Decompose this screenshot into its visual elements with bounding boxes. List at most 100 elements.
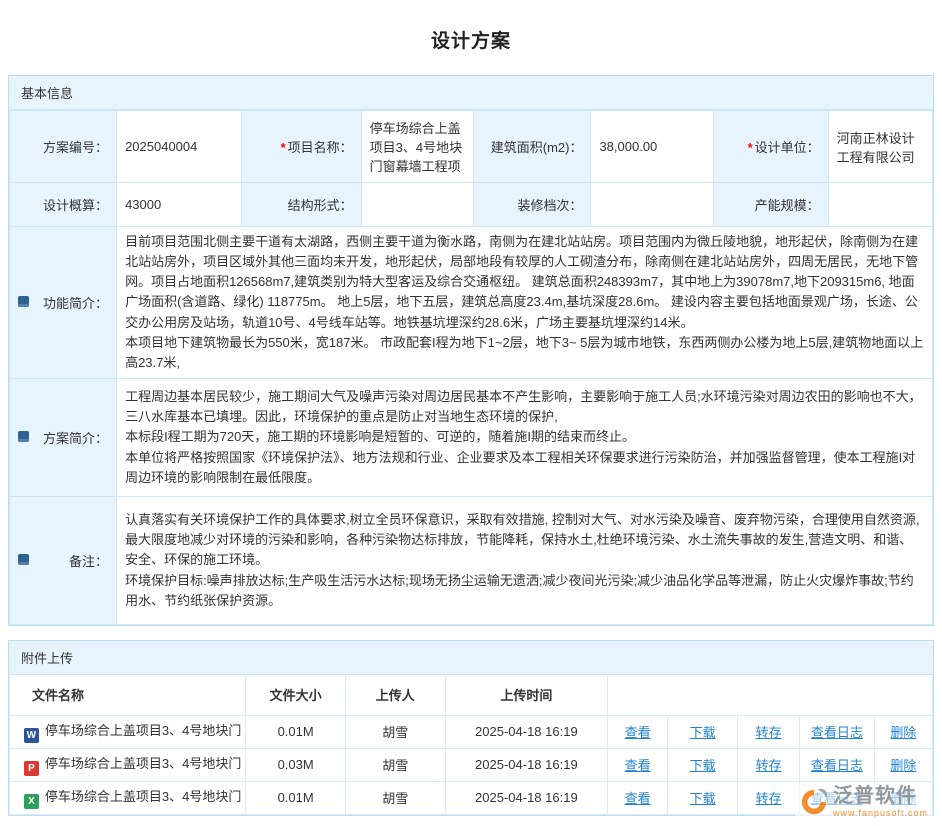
attachment-row: P 停车场综合上盖项目3、4号地块门 0.03M 胡雪 2025-04-18 16… [10,748,933,781]
field-section-icon [18,554,29,565]
remark-value: 认真落实有关环境保护工作的具体要求,树立全员环保意识，采取有效措施, 控制对大气… [117,497,933,625]
function-intro-label-text: 功能简介： [43,296,108,311]
download-link[interactable]: 下载 [690,791,716,806]
attachments-section-title: 附件上传 [9,641,933,675]
view-log-link[interactable]: 查看日志 [811,758,863,773]
form-row-plan: 方案简介： 工程周边基本居民较少，施工期间大气及噪声污染对周边居民基本不产生影响… [10,379,933,497]
watermark-url: www.fanpusoft.com [833,809,928,818]
upload-time-cell: 2025-04-18 16:19 [445,715,607,748]
remark-label-text: 备注： [69,554,108,569]
transfer-link[interactable]: 转存 [756,758,782,773]
plan-no-label: 方案编号： [10,111,117,183]
view-link[interactable]: 查看 [625,791,651,806]
view-log-cell: 查看日志 [800,748,875,781]
attachments-header-row: 文件名称 文件大小 上传人 上传时间 [10,675,933,715]
function-intro-label: 功能简介： [10,227,117,379]
structure-type-label-text: 结构形式： [288,198,353,213]
fanpu-watermark: 泛普软件 www.fanpusoft.com [795,784,932,820]
basic-info-table: 方案编号： 2025040004 *项目名称： 停车场综合上盖项目3、4号地块门… [9,110,933,625]
file-size-header: 文件大小 [246,675,346,715]
view-link[interactable]: 查看 [625,725,651,740]
plan-no-value: 2025040004 [117,111,242,183]
file-name-text: 停车场综合上盖项目3、4号地块门 [45,789,241,804]
upload-time-header: 上传时间 [445,675,607,715]
project-name-value: 停车场综合上盖项目3、4号地块门窗幕墙工程项 [361,111,474,183]
form-row-1: 方案编号： 2025040004 *项目名称： 停车场综合上盖项目3、4号地块门… [10,111,933,183]
plan-intro-label: 方案简介： [10,379,117,497]
field-section-icon [18,431,29,442]
upload-time-cell: 2025-04-18 16:19 [445,781,607,814]
page-title: 设计方案 [8,0,934,75]
file-size-cell: 0.03M [246,748,346,781]
function-intro-value: 目前项目范围北侧主要干道有太湖路，西侧主要干道为衡水路，南侧为在建北站站房。项目… [117,227,933,379]
remark-label: 备注： [10,497,117,625]
view-log-link[interactable]: 查看日志 [811,725,863,740]
decoration-grade-label: 装修档次： [474,183,591,227]
transfer-cell: 转存 [738,748,800,781]
structure-type-value [361,183,474,227]
word-file-icon: W [24,728,39,743]
download-cell: 下载 [668,715,738,748]
uploader-cell: 胡雪 [345,715,445,748]
uploader-cell: 胡雪 [345,781,445,814]
view-link[interactable]: 查看 [625,758,651,773]
delete-link[interactable]: 删除 [890,725,916,740]
design-unit-label: *设计单位： [714,111,828,183]
view-cell: 查看 [608,748,668,781]
basic-info-panel: 基本信息 方案编号： 2025040004 *项目名称： 停车场综合上盖项目3、… [8,75,934,626]
plan-intro-label-text: 方案简介： [43,431,108,446]
view-log-cell: 查看日志 [800,715,875,748]
delete-cell: 删除 [874,748,932,781]
basic-info-section-title: 基本信息 [9,76,933,110]
watermark-brand: 泛普软件 [833,786,917,806]
download-cell: 下载 [668,781,738,814]
capacity-scale-label-text: 产能规模： [755,198,820,213]
transfer-link[interactable]: 转存 [756,791,782,806]
project-name-label-text: 项目名称： [288,140,353,155]
transfer-cell: 转存 [738,715,800,748]
decoration-grade-label-text: 装修档次： [517,198,582,213]
delete-link[interactable]: 删除 [890,758,916,773]
design-budget-value: 43000 [117,183,242,227]
file-name-cell: X 停车场综合上盖项目3、4号地块门 [10,781,246,814]
watermark-texts: 泛普软件 www.fanpusoft.com [833,786,928,818]
building-area-label-text: 建筑面积(m2)： [491,140,583,155]
download-link[interactable]: 下载 [690,725,716,740]
attachment-row: W 停车场综合上盖项目3、4号地块门 0.01M 胡雪 2025-04-18 16… [10,715,933,748]
design-unit-value: 河南正林设计工程有限公司 [828,111,932,183]
upload-time-cell: 2025-04-18 16:19 [445,748,607,781]
actions-header [608,675,933,715]
pdf-file-icon: P [24,761,39,776]
uploader-header: 上传人 [345,675,445,715]
transfer-cell: 转存 [738,781,800,814]
excel-file-icon: X [24,794,39,809]
file-name-text: 停车场综合上盖项目3、4号地块门 [45,756,241,771]
design-budget-label-text: 设计概算： [43,198,108,213]
project-name-label: *项目名称： [241,111,361,183]
delete-cell: 删除 [874,715,932,748]
form-row-function: 功能简介： 目前项目范围北侧主要干道有太湖路，西侧主要干道为衡水路，南侧为在建北… [10,227,933,379]
plan-intro-value: 工程周边基本居民较少，施工期间大气及噪声污染对周边居民基本不产生影响，主要影响于… [117,379,933,497]
form-row-remark: 备注： 认真落实有关环境保护工作的具体要求,树立全员环保意识，采取有效措施, 控… [10,497,933,625]
file-name-header: 文件名称 [10,675,246,715]
fanpu-logo-icon [799,787,829,817]
decoration-grade-value [591,183,714,227]
view-cell: 查看 [608,781,668,814]
design-budget-label: 设计概算： [10,183,117,227]
capacity-scale-label: 产能规模： [714,183,828,227]
plan-no-label-text: 方案编号： [43,140,108,155]
building-area-value: 38,000.00 [591,111,714,183]
form-row-2: 设计概算： 43000 结构形式： 装修档次： 产能规模： [10,183,933,227]
uploader-cell: 胡雪 [345,748,445,781]
design-unit-label-text: 设计单位： [755,140,820,155]
file-name-cell: W 停车场综合上盖项目3、4号地块门 [10,715,246,748]
building-area-label: 建筑面积(m2)： [474,111,591,183]
file-name-text: 停车场综合上盖项目3、4号地块门 [45,723,241,738]
download-link[interactable]: 下载 [690,758,716,773]
required-mark: * [281,140,286,155]
structure-type-label: 结构形式： [241,183,361,227]
transfer-link[interactable]: 转存 [756,725,782,740]
field-section-icon [18,296,29,307]
view-cell: 查看 [608,715,668,748]
file-size-cell: 0.01M [246,715,346,748]
